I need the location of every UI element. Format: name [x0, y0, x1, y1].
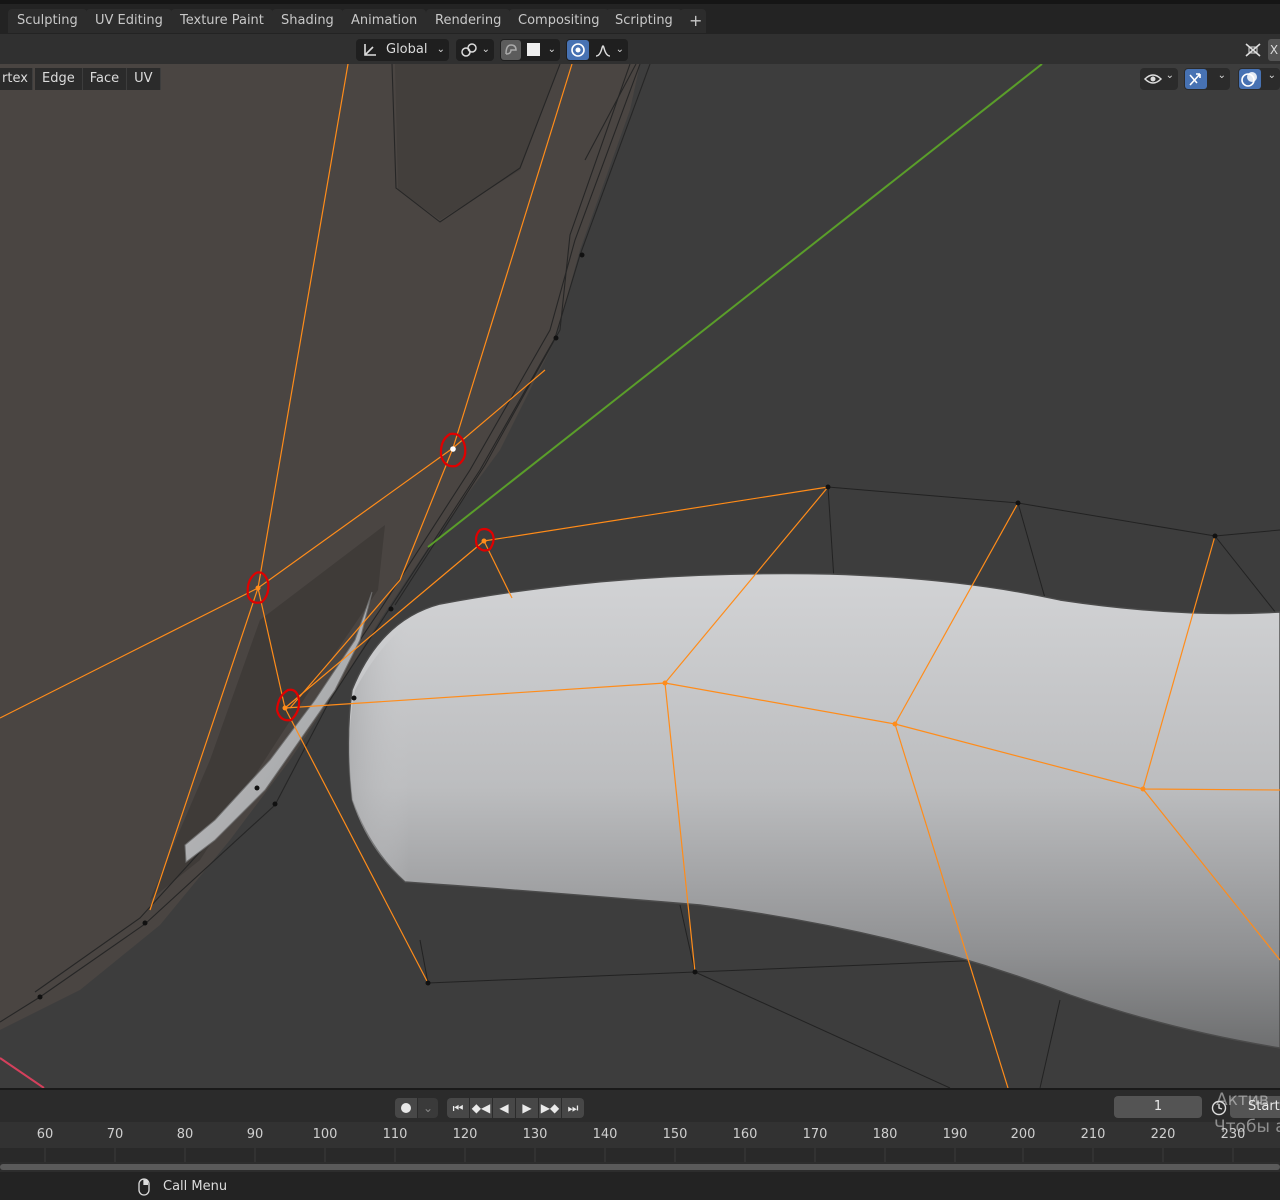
ruler-tick: 140 — [592, 1127, 618, 1142]
overlay-icon[interactable] — [1239, 69, 1261, 89]
chevron-down-icon: ⌄ — [422, 1101, 434, 1115]
select-mode-face[interactable]: Face — [82, 68, 128, 90]
tab-scripting[interactable]: Scripting — [606, 9, 682, 33]
transform-pivot-icon — [364, 44, 376, 56]
add-workspace-button[interactable]: + — [680, 9, 706, 33]
tab-uv-editing[interactable]: UV Editing — [86, 9, 172, 33]
transform-orientation-dropdown[interactable]: Global ⌄ — [356, 39, 449, 61]
chevron-down-icon: ⌄ — [615, 44, 624, 55]
prev-keyframe-button[interactable]: ◆◀ — [470, 1098, 492, 1118]
ruler-tick: 200 — [1010, 1127, 1036, 1142]
record-button[interactable] — [395, 1098, 417, 1118]
viewport-overlay-controls: ⌄ ⌄ ⌄ — [1140, 68, 1280, 90]
select-mode-uv[interactable]: UV — [127, 68, 161, 90]
ruler-tick: 60 — [36, 1127, 54, 1142]
3d-viewport[interactable]: rtex Edge Face UV ⌄ ⌄ ⌄ — [0, 64, 1280, 1088]
select-mode-vertex[interactable]: rtex — [0, 68, 33, 90]
next-keyframe-button[interactable]: ▶◆ — [539, 1098, 561, 1118]
overlay-dropdown[interactable]: ⌄ — [1238, 68, 1280, 90]
chevron-down-icon: ⌄ — [547, 44, 556, 55]
current-frame-field[interactable]: 1 — [1114, 1096, 1202, 1118]
jump-start-icon: ⏮ — [452, 1101, 464, 1115]
jump-start-button[interactable]: ⏮ — [447, 1098, 469, 1118]
prev-keyframe-icon: ◆◀ — [471, 1101, 491, 1115]
ruler-tick: 100 — [312, 1127, 338, 1142]
ruler-tick: 220 — [1150, 1127, 1176, 1142]
play-reverse-button[interactable]: ◀ — [493, 1098, 515, 1118]
snap-group[interactable]: ⌄ — [500, 39, 560, 61]
status-bar: Call Menu — [0, 1172, 1280, 1200]
select-mode-edge[interactable]: Edge — [35, 68, 83, 90]
ruler-tick: 80 — [176, 1127, 194, 1142]
tab-shading[interactable]: Shading — [272, 9, 343, 33]
ruler-tick: 190 — [942, 1127, 968, 1142]
pivot-point-dropdown[interactable]: ⌄ — [456, 39, 494, 61]
snap-icon[interactable] — [501, 40, 521, 60]
snap-target-icon — [527, 43, 540, 56]
ruler-tick: 110 — [382, 1127, 408, 1142]
mouse-icon — [138, 1178, 150, 1196]
select-mode-tabs: rtex Edge Face UV — [0, 68, 161, 90]
chevron-down-icon: ⌄ — [436, 44, 445, 55]
timeline-scrollbar[interactable] — [0, 1162, 1280, 1172]
xray-icon[interactable] — [1243, 41, 1263, 59]
visibility-icon — [1143, 74, 1163, 84]
ruler-tick: 180 — [872, 1127, 898, 1142]
jump-end-icon: ⏭ — [567, 1101, 579, 1115]
activation-watermark-line2: Чтобы а — [1214, 1117, 1280, 1137]
timeline-track[interactable] — [0, 1148, 1280, 1162]
jump-end-button[interactable]: ⏭ — [562, 1098, 584, 1118]
workspace-bar: Sculpting UV Editing Texture Paint Shadi… — [0, 0, 1280, 34]
gizmo-icon[interactable] — [1185, 69, 1207, 89]
chevron-down-icon: ⌄ — [1267, 70, 1276, 81]
ruler-tick: 70 — [106, 1127, 124, 1142]
ruler-tick: 210 — [1080, 1127, 1106, 1142]
play-reverse-icon: ◀ — [499, 1101, 509, 1115]
falloff-icon — [595, 45, 611, 57]
viewport-scene[interactable] — [0, 64, 1280, 1088]
proportional-editing-icon[interactable] — [567, 40, 589, 60]
track-gridlines — [44, 1148, 1234, 1162]
ruler-tick: 150 — [662, 1127, 688, 1142]
tab-compositing[interactable]: Compositing — [509, 9, 609, 33]
activation-watermark-line1: Актив — [1216, 1090, 1269, 1110]
tab-sculpting[interactable]: Sculpting — [8, 9, 87, 33]
chevron-down-icon: ⌄ — [1165, 70, 1174, 81]
visibility-dropdown[interactable]: ⌄ — [1140, 68, 1178, 90]
call-menu-label: Call Menu — [163, 1179, 228, 1194]
chevron-down-icon: ⌄ — [1217, 70, 1226, 81]
play-button[interactable]: ▶ — [516, 1098, 538, 1118]
timeline-ruler[interactable]: 60 70 80 90 100 110 120 130 140 150 160 … — [0, 1117, 1280, 1148]
tab-rendering[interactable]: Rendering — [426, 9, 511, 33]
orientation-label: Global — [386, 42, 428, 57]
ruler-tick: 130 — [522, 1127, 548, 1142]
proportional-editing-group[interactable]: ⌄ — [566, 39, 628, 61]
xray-toggle[interactable]: X — [1268, 39, 1280, 61]
record-icon — [401, 1103, 411, 1113]
pivot-link-icon — [461, 43, 477, 57]
active-vertex — [450, 446, 456, 452]
viewport-header: Global ⌄ ⌄ ⌄ ⌄ X — [0, 34, 1280, 64]
gizmo-dropdown[interactable]: ⌄ — [1184, 68, 1230, 90]
play-icon: ▶ — [522, 1101, 532, 1115]
ruler-tick: 90 — [246, 1127, 264, 1142]
timeline-header: ⌄ ⏮ ◆◀ ◀ ▶ ▶◆ ⏭ 1 Start Актив — [0, 1088, 1280, 1122]
scrollbar-thumb[interactable] — [0, 1164, 1280, 1170]
tab-animation[interactable]: Animation — [342, 9, 427, 33]
next-keyframe-icon: ▶◆ — [540, 1101, 560, 1115]
chevron-down-icon: ⌄ — [481, 44, 490, 55]
ruler-tick: 160 — [732, 1127, 758, 1142]
tab-texture-paint[interactable]: Texture Paint — [171, 9, 273, 33]
keying-dropdown[interactable]: ⌄ — [418, 1098, 438, 1118]
ruler-tick: 170 — [802, 1127, 828, 1142]
ruler-tick: 120 — [452, 1127, 478, 1142]
